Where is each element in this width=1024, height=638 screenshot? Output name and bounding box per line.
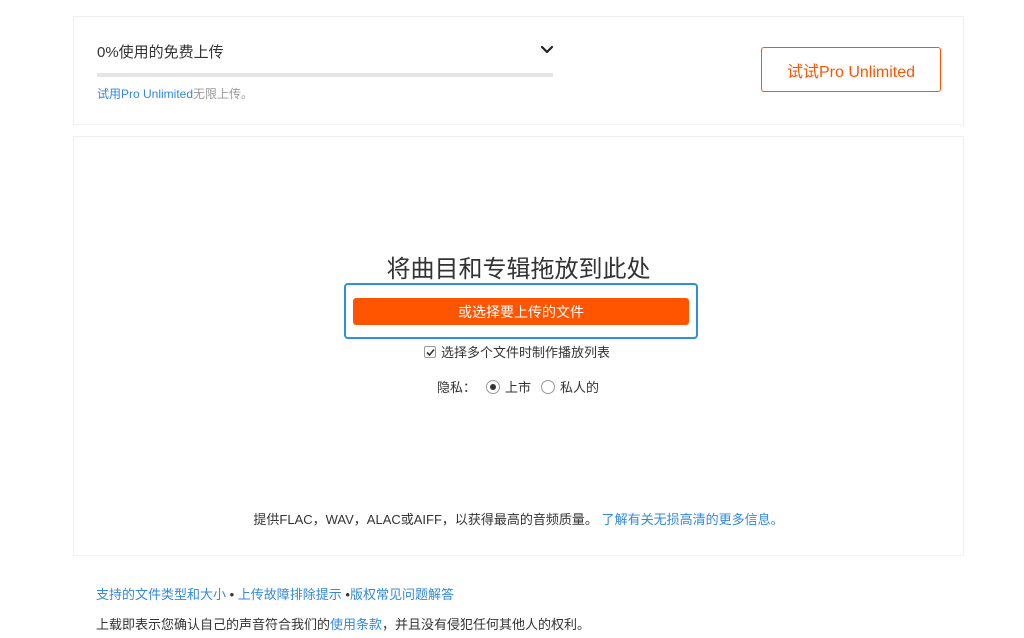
quota-progress-bar [97,73,553,77]
checkmark-icon [426,348,435,356]
footer-links: 支持的文件类型和大小 • 上传故障排除提示 •版权常见问题解答 [96,584,454,603]
try-pro-link[interactable]: 试用Pro Unlimited [97,87,193,101]
quality-text: 提供FLAC，WAV，ALAC或AIFF，以获得最高的音频质量。 [253,512,598,527]
privacy-options: 隐私： 上市 私人的 [437,377,609,396]
chevron-down-icon[interactable] [540,43,554,57]
lossless-info-link[interactable]: 了解有关无损高清的更多信息。 [602,512,784,527]
playlist-label: 选择多个文件时制作播放列表 [441,345,611,360]
upload-drop-zone[interactable]: 将曲目和专辑拖放到此处 或选择要上传的文件 选择多个文件时制作播放列表 隐私： … [73,136,964,556]
legal-suffix: ，并且没有侵犯任何其他人的权利。 [382,617,591,632]
footer-legal: 上载即表示您确认自己的声音符合我们的使用条款，并且没有侵犯任何其他人的权利。 [96,614,590,633]
quota-title: 0%使用的免费上传 [97,44,224,61]
privacy-label: 隐私： [437,380,477,395]
privacy-private-label[interactable]: 私人的 [560,377,599,396]
footer-separator: • [341,587,350,602]
quality-note: 提供FLAC，WAV，ALAC或AIFF，以获得最高的音频质量。 了解有关无损高… [74,509,963,528]
choose-files-button[interactable]: 或选择要上传的文件 [353,298,689,325]
privacy-public-radio[interactable] [486,379,501,394]
copyright-faq-link[interactable]: 版权常见问题解答 [350,587,454,602]
playlist-checkbox[interactable] [424,345,436,358]
quota-panel: 0%使用的免费上传 试用Pro Unlimited无限上传。 试试Pro Unl… [73,16,964,125]
try-pro-button[interactable]: 试试Pro Unlimited [761,47,941,92]
privacy-public-label[interactable]: 上市 [505,377,531,396]
drop-zone-title: 将曲目和专辑拖放到此处 [386,256,651,283]
quota-note: 试用Pro Unlimited无限上传。 [97,85,253,102]
quota-note-suffix: 无限上传。 [193,87,254,101]
choose-files-focus-ring: 或选择要上传的文件 [344,283,698,339]
file-types-link[interactable]: 支持的文件类型和大小 [96,587,226,602]
playlist-option[interactable]: 选择多个文件时制作播放列表 [424,342,610,361]
troubleshooting-link[interactable]: 上传故障排除提示 [238,587,342,602]
terms-of-use-link[interactable]: 使用条款 [330,617,382,632]
footer-separator: • [226,587,238,602]
legal-prefix: 上载即表示您确认自己的声音符合我们的 [96,617,331,632]
privacy-private-radio[interactable] [541,379,556,394]
